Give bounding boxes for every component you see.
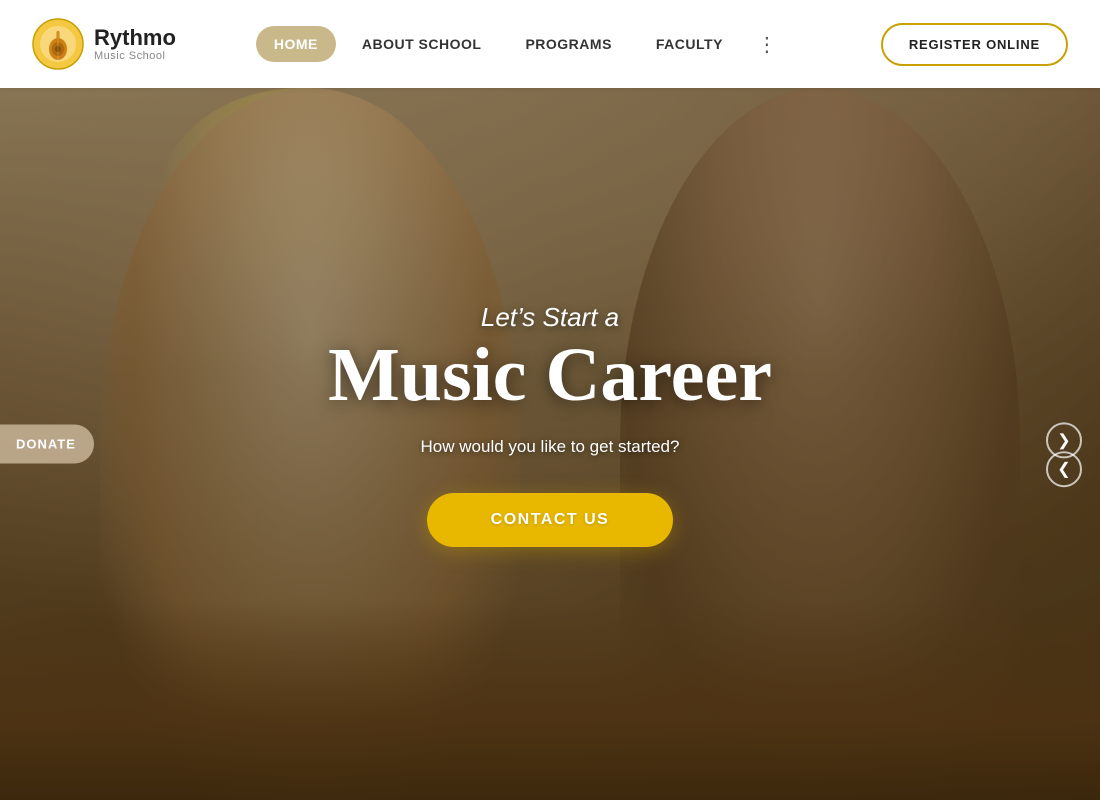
hero-question: How would you like to get started? [421,437,680,457]
donate-button[interactable]: DONATE [0,425,94,464]
chevron-right-icon: ❯ [1057,430,1070,450]
nav-about-school[interactable]: ABOUT SCHOOL [344,26,500,62]
contact-us-button[interactable]: CONTACT US [427,493,674,547]
hero-subtitle: Let’s Start a [481,302,619,333]
nav-faculty[interactable]: FACULTY [638,26,741,62]
carousel-prev-button[interactable]: ❮ [1046,451,1082,487]
more-menu-icon[interactable]: ⋮ [749,32,787,57]
logo[interactable]: Rythmo Music School [32,18,176,70]
header: Rythmo Music School HOME ABOUT SCHOOL PR… [0,0,1100,88]
logo-text: Rythmo Music School [94,26,176,62]
nav-home[interactable]: HOME [256,26,336,62]
hero-title: Music Career [328,337,772,413]
logo-subtitle: Music School [94,50,176,62]
chevron-left-icon: ❮ [1057,459,1070,479]
nav-programs[interactable]: PROGRAMS [507,26,629,62]
main-nav: HOME ABOUT SCHOOL PROGRAMS FACULTY ⋮ [256,26,787,62]
register-online-button[interactable]: REGISTER ONLINE [881,23,1068,66]
hero-content: Let’s Start a Music Career How would you… [0,88,1100,800]
logo-name: Rythmo [94,26,176,50]
logo-icon [32,18,84,70]
hero-section: DONATE ❯ ❮ Let’s Start a Music Career Ho… [0,88,1100,800]
